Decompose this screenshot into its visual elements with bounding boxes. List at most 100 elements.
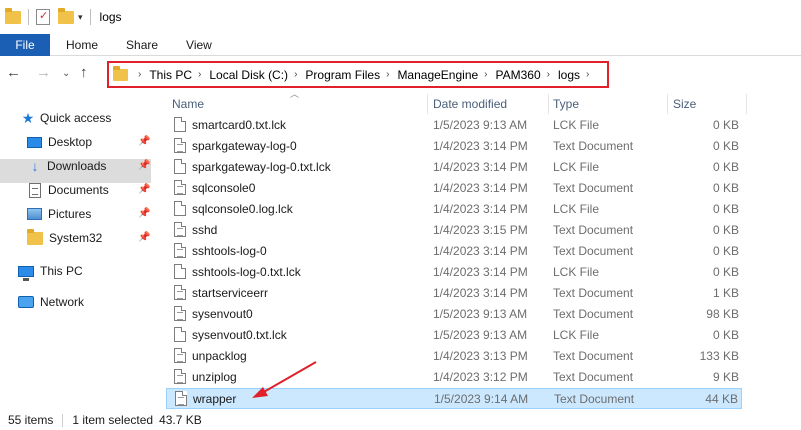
file-row[interactable]: wrapper 1/5/2023 9:14 AM Text Document 44 K… (166, 388, 742, 409)
file-type: Text Document (553, 286, 634, 300)
file-size: 0 KB (712, 223, 739, 237)
column-divider[interactable] (427, 94, 428, 114)
back-arrow-icon[interactable]: ← (6, 64, 21, 81)
file-icon (174, 117, 186, 132)
sidebar-item-network[interactable]: Network (18, 290, 84, 314)
file-size: 98 KB (706, 307, 739, 321)
sidebar-item-documents[interactable]: Documents (29, 178, 109, 202)
folder-icon[interactable] (5, 7, 21, 24)
sidebar-item-system32[interactable]: System32 (27, 226, 102, 250)
file-row[interactable]: unziplog 1/4/2023 3:12 PM Text Document 9 K… (166, 367, 742, 388)
customize-toolbar-dropdown-icon[interactable]: ▾ (78, 12, 83, 23)
tab-view[interactable]: View (172, 34, 226, 56)
file-row[interactable]: sshtools-log-0.txt.lck 1/4/2023 3:14 PM LC… (166, 262, 742, 283)
properties-icon[interactable] (36, 9, 50, 25)
tab-home[interactable]: Home (52, 34, 112, 56)
file-size: 133 KB (699, 349, 739, 363)
chevron-right-icon[interactable]: › (198, 69, 201, 80)
breadcrumb-program-files[interactable]: Program Files (305, 68, 380, 82)
file-date-modified: 1/4/2023 3:14 PM (433, 139, 528, 153)
file-name: wrapper (193, 392, 237, 406)
recent-locations-chevron-icon[interactable]: ⌄ (62, 68, 70, 79)
sidebar-item-pictures[interactable]: Pictures (27, 202, 91, 226)
sidebar-item-label: Network (40, 295, 85, 309)
file-row[interactable]: sqlconsole0 1/4/2023 3:14 PM Text Document… (166, 178, 742, 199)
file-name: sparkgateway-log-0 (192, 139, 297, 153)
sidebar-item-label: Pictures (48, 207, 92, 221)
file-row[interactable]: sshtools-log-0 1/4/2023 3:14 PM Text Docum… (166, 241, 742, 262)
pin-icon[interactable]: 📌 (138, 184, 150, 195)
column-header-name[interactable]: Name (172, 94, 427, 114)
sidebar-item-desktop[interactable]: Desktop (27, 130, 92, 154)
forward-arrow-icon[interactable]: → (36, 64, 51, 81)
breadcrumb-pam360[interactable]: PAM360 (496, 68, 541, 82)
file-name: sshtools-log-0 (192, 244, 267, 258)
file-name: sparkgateway-log-0.txt.lck (192, 160, 331, 174)
desktop-icon (27, 136, 42, 148)
file-size: 0 KB (712, 244, 739, 258)
file-date-modified: 1/4/2023 3:14 PM (433, 286, 528, 300)
file-row[interactable]: unpacklog 1/4/2023 3:13 PM Text Document 13… (166, 346, 742, 367)
column-header-type[interactable]: Type (553, 94, 663, 114)
sidebar-item-label: This PC (40, 264, 83, 278)
breadcrumb-logs[interactable]: logs (558, 68, 580, 82)
chevron-right-icon[interactable]: › (484, 69, 487, 80)
file-date-modified: 1/5/2023 9:13 AM (433, 328, 528, 342)
file-size: 0 KB (712, 328, 739, 342)
chevron-right-icon[interactable]: › (547, 69, 550, 80)
file-row[interactable]: sparkgateway-log-0 1/4/2023 3:14 PM Text D… (166, 136, 742, 157)
tab-share[interactable]: Share (112, 34, 172, 56)
selection-count: 1 item selected (72, 413, 154, 427)
pin-icon[interactable]: 📌 (138, 208, 150, 219)
chevron-right-icon[interactable]: › (294, 69, 297, 80)
navigation-bar: ← → ⌄ ↑ › This PC › Local Disk (C:) › Pr… (0, 56, 801, 92)
pin-icon[interactable]: 📌 (138, 136, 150, 147)
file-icon (174, 159, 186, 174)
file-date-modified: 1/4/2023 3:12 PM (433, 370, 528, 384)
up-arrow-icon[interactable]: ↑ (80, 64, 88, 81)
star-icon: ★ (21, 109, 35, 126)
chevron-right-icon[interactable]: › (386, 69, 389, 80)
file-row[interactable]: sysenvout0 1/5/2023 9:13 AM Text Document 9… (166, 304, 742, 325)
sidebar-item-this-pc[interactable]: This PC (18, 259, 83, 283)
column-header-size[interactable]: Size (673, 94, 743, 114)
file-row[interactable]: sqlconsole0.log.lck 1/4/2023 3:14 PM LCK F… (166, 199, 742, 220)
breadcrumb-this-pc[interactable]: This PC (149, 68, 192, 82)
tab-file[interactable]: File (0, 34, 50, 56)
breadcrumb-local-disk[interactable]: Local Disk (C:) (209, 68, 288, 82)
file-row[interactable]: startserviceerr 1/4/2023 3:14 PM Text Docu… (166, 283, 742, 304)
file-date-modified: 1/5/2023 9:13 AM (433, 307, 528, 321)
address-bar[interactable]: › This PC › Local Disk (C:) › Program Fi… (107, 61, 609, 88)
divider (28, 9, 29, 25)
folder-icon (27, 228, 43, 245)
file-row[interactable]: smartcard0.txt.lck 1/5/2023 9:13 AM LCK Fi… (166, 115, 742, 136)
file-name: startserviceerr (192, 286, 269, 300)
file-type: Text Document (553, 181, 634, 195)
column-divider[interactable] (548, 94, 549, 114)
file-date-modified: 1/5/2023 9:14 AM (434, 392, 529, 406)
chevron-right-icon[interactable]: › (138, 69, 141, 80)
text-document-icon (174, 243, 186, 258)
divider (89, 9, 91, 25)
breadcrumb-manageengine[interactable]: ManageEngine (397, 68, 478, 82)
file-date-modified: 1/4/2023 3:15 PM (433, 223, 528, 237)
text-document-icon (174, 369, 186, 384)
file-size: 9 KB (712, 370, 739, 384)
chevron-right-icon[interactable]: › (586, 69, 589, 80)
pin-icon[interactable]: 📌 (138, 160, 150, 171)
file-type: LCK File (553, 202, 600, 216)
file-row[interactable]: sshd 1/4/2023 3:15 PM Text Document 0 KB (166, 220, 742, 241)
new-folder-icon[interactable] (58, 7, 74, 24)
file-row[interactable]: sparkgateway-log-0.txt.lck 1/4/2023 3:14 … (166, 157, 742, 178)
file-size: 0 KB (712, 160, 739, 174)
sidebar-item-label: System32 (49, 231, 103, 245)
status-bar: 55 items 1 item selected 43.7 KB (0, 410, 801, 430)
file-row[interactable]: sysenvout0.txt.lck 1/5/2023 9:13 AM LCK Fi… (166, 325, 742, 346)
sidebar-item-label: Quick access (40, 111, 112, 125)
column-divider[interactable] (667, 94, 668, 114)
sidebar-item-downloads[interactable]: ↓ Downloads (27, 154, 107, 178)
column-divider[interactable] (746, 94, 747, 114)
pin-icon[interactable]: 📌 (138, 232, 150, 243)
column-header-date-modified[interactable]: Date modified (433, 94, 548, 114)
sidebar-item-quick-access[interactable]: ★ Quick access (20, 106, 112, 130)
